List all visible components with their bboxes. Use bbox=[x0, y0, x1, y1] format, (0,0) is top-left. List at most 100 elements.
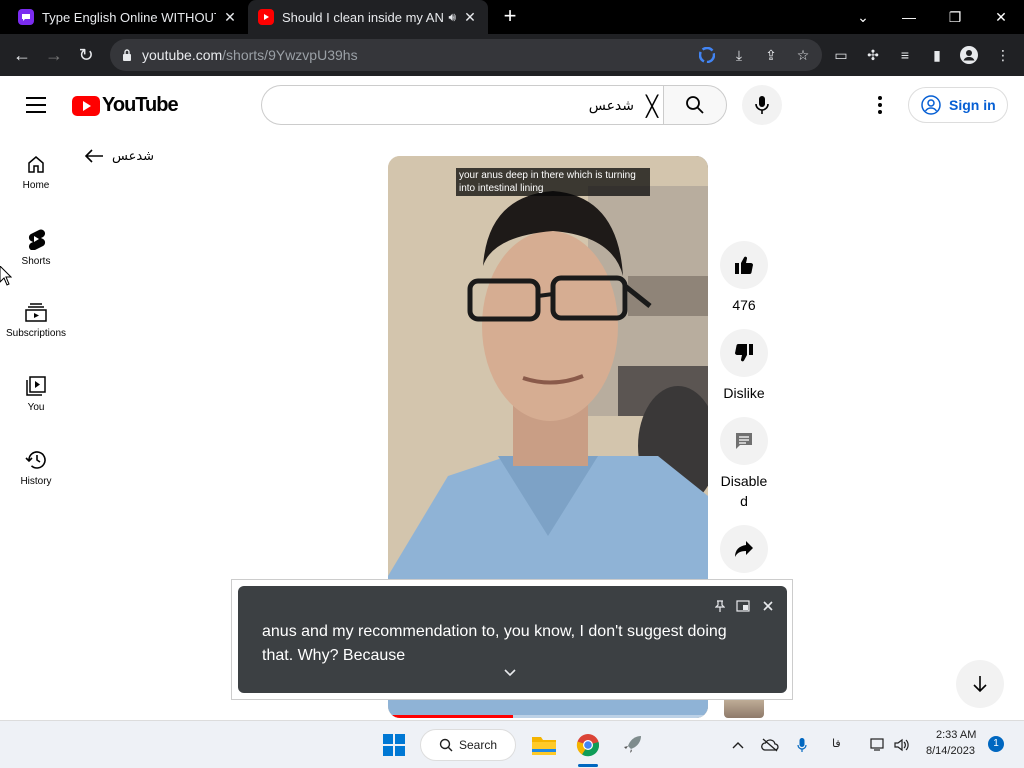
subscriptions-icon bbox=[25, 303, 47, 322]
restore-button[interactable]: ❐ bbox=[932, 0, 978, 34]
taskbar-search[interactable]: Search bbox=[420, 729, 516, 761]
install-icon[interactable]: ⤓ bbox=[730, 46, 748, 64]
live-caption-window: anus and my recommendation to, you know,… bbox=[231, 579, 793, 700]
thumbs-down-icon bbox=[735, 343, 753, 362]
tab-title: Should I clean inside my ANUS bbox=[282, 9, 445, 25]
lock-icon bbox=[123, 49, 131, 61]
menu-hamburger-icon[interactable] bbox=[26, 97, 46, 113]
next-video-button[interactable] bbox=[956, 660, 1004, 708]
sign-in-label: Sign in bbox=[949, 97, 996, 113]
share-button[interactable] bbox=[720, 525, 768, 573]
chevron-up-icon[interactable] bbox=[728, 729, 748, 761]
media-control-icon[interactable]: ≡ bbox=[896, 46, 914, 64]
forward-button[interactable]: → bbox=[42, 43, 66, 67]
clock-time[interactable]: 2:33 AM bbox=[936, 729, 976, 741]
back-button[interactable]: ← bbox=[10, 43, 34, 67]
live-caption-text: anus and my recommendation to, you know,… bbox=[262, 623, 727, 664]
sign-in-button[interactable]: Sign in bbox=[908, 87, 1008, 123]
voice-search-button[interactable] bbox=[742, 85, 782, 125]
tab-type-english[interactable]: Type English Online WITHOUT an ✕ bbox=[8, 0, 248, 34]
google-icon[interactable] bbox=[698, 46, 716, 64]
mouse-cursor-icon bbox=[0, 266, 12, 286]
tab-title: Type English Online WITHOUT an bbox=[42, 9, 216, 25]
windows-logo-icon bbox=[383, 734, 405, 756]
expand-window-icon[interactable] bbox=[735, 598, 751, 614]
like-action: 476 bbox=[720, 241, 768, 315]
microphone-icon bbox=[755, 96, 769, 114]
network-icon[interactable] bbox=[868, 729, 888, 761]
dislike-action: Dislike bbox=[720, 329, 768, 403]
address-bar[interactable]: youtube.com/shorts/9YwzvpU39hs ⤓ ⇪ ☆ bbox=[110, 39, 822, 71]
bookmark-star-icon[interactable]: ☆ bbox=[794, 46, 812, 64]
like-button[interactable] bbox=[720, 241, 768, 289]
sidebar-item-history[interactable]: History bbox=[0, 430, 72, 504]
sidebar-item-subscriptions[interactable]: Subscriptions bbox=[0, 282, 72, 356]
minimize-button[interactable]: — bbox=[886, 0, 932, 34]
thumbs-up-icon bbox=[735, 256, 753, 275]
youtube-play-icon bbox=[72, 95, 100, 116]
cast-icon[interactable]: ▭ bbox=[832, 46, 850, 64]
sidebar-item-home[interactable]: Home bbox=[0, 134, 72, 208]
tab-strip: Type English Online WITHOUT an ✕ Should … bbox=[0, 0, 1024, 34]
close-icon[interactable] bbox=[760, 598, 776, 614]
profile-icon[interactable] bbox=[960, 46, 978, 64]
url-path: /shorts/9YwzvpU39hs bbox=[222, 47, 358, 63]
tab-active-video[interactable]: Should I clean inside my ANUS 🔊︎ ✕ bbox=[248, 0, 488, 34]
sidebar-item-label: Subscriptions bbox=[5, 328, 67, 339]
comment-icon bbox=[736, 433, 752, 449]
taskbar-search-label: Search bbox=[458, 738, 498, 752]
input-language[interactable]: فا bbox=[832, 737, 841, 750]
comments-action: Disabled bbox=[720, 417, 768, 511]
video-progress-fill bbox=[388, 715, 513, 718]
extensions-icon[interactable]: ✣ bbox=[864, 46, 882, 64]
search-icon bbox=[439, 738, 453, 752]
file-explorer-button[interactable] bbox=[528, 729, 560, 761]
settings-kebab-icon[interactable] bbox=[870, 95, 890, 115]
browser-toolbar: ← → ↻ youtube.com/shorts/9YwzvpU39hs ⤓ ⇪… bbox=[0, 34, 1024, 76]
back-to-search[interactable]: شدعس bbox=[84, 148, 154, 164]
youtube-logo[interactable]: YouTube bbox=[72, 94, 179, 117]
close-icon[interactable]: ✕ bbox=[462, 9, 478, 26]
side-panel-icon[interactable]: ▮ bbox=[928, 46, 946, 64]
notification-badge[interactable]: 1 bbox=[988, 736, 1004, 752]
menu-icon[interactable]: ⋮ bbox=[994, 46, 1012, 64]
new-tab-button[interactable]: + bbox=[500, 5, 520, 28]
cloud-offline-icon[interactable] bbox=[758, 729, 782, 761]
close-window-button[interactable]: ✕ bbox=[978, 0, 1024, 34]
rocket-icon bbox=[624, 736, 641, 753]
mini-guide-sidebar: Home Shorts Subscriptions You History bbox=[0, 134, 72, 720]
video-caption: your anus deep in there which is turning… bbox=[456, 168, 650, 196]
dislike-button[interactable] bbox=[720, 329, 768, 377]
back-label: شدعس bbox=[112, 148, 155, 163]
url-host: youtube.com bbox=[142, 47, 223, 63]
folder-icon bbox=[532, 737, 556, 755]
sidebar-item-label: Shorts bbox=[21, 256, 51, 267]
start-button[interactable] bbox=[378, 729, 410, 761]
microphone-icon[interactable] bbox=[792, 729, 812, 761]
reload-button[interactable]: ↻ bbox=[74, 43, 98, 67]
video-progress-bar[interactable] bbox=[388, 715, 708, 718]
pinned-app-button[interactable] bbox=[616, 729, 648, 761]
volume-icon[interactable] bbox=[892, 729, 912, 761]
tab-search-icon[interactable]: ⌄ bbox=[840, 0, 886, 34]
library-icon bbox=[26, 376, 46, 396]
sidebar-item-you[interactable]: You bbox=[0, 356, 72, 430]
live-caption-panel: anus and my recommendation to, you know,… bbox=[238, 586, 787, 693]
search-icon bbox=[686, 96, 704, 114]
pin-icon[interactable] bbox=[712, 598, 728, 614]
arrow-left-icon bbox=[84, 149, 103, 163]
youtube-icon bbox=[258, 9, 274, 25]
search-button[interactable] bbox=[663, 85, 727, 125]
chrome-icon bbox=[576, 734, 600, 757]
chevron-down-icon[interactable] bbox=[504, 666, 516, 680]
home-icon bbox=[28, 156, 44, 173]
clock-date[interactable]: 8/14/2023 bbox=[926, 745, 975, 757]
close-icon[interactable]: ✕ bbox=[222, 9, 238, 26]
share-icon[interactable]: ⇪ bbox=[762, 46, 780, 64]
arrow-down-icon bbox=[973, 676, 987, 693]
chrome-taskbar-button[interactable] bbox=[572, 729, 604, 761]
speaker-icon[interactable]: 🔊︎ bbox=[448, 10, 456, 25]
comments-button[interactable] bbox=[720, 417, 768, 465]
clear-search-icon[interactable]: ╳ bbox=[646, 94, 658, 119]
search-input[interactable]: شدعس ╳ bbox=[261, 85, 664, 125]
